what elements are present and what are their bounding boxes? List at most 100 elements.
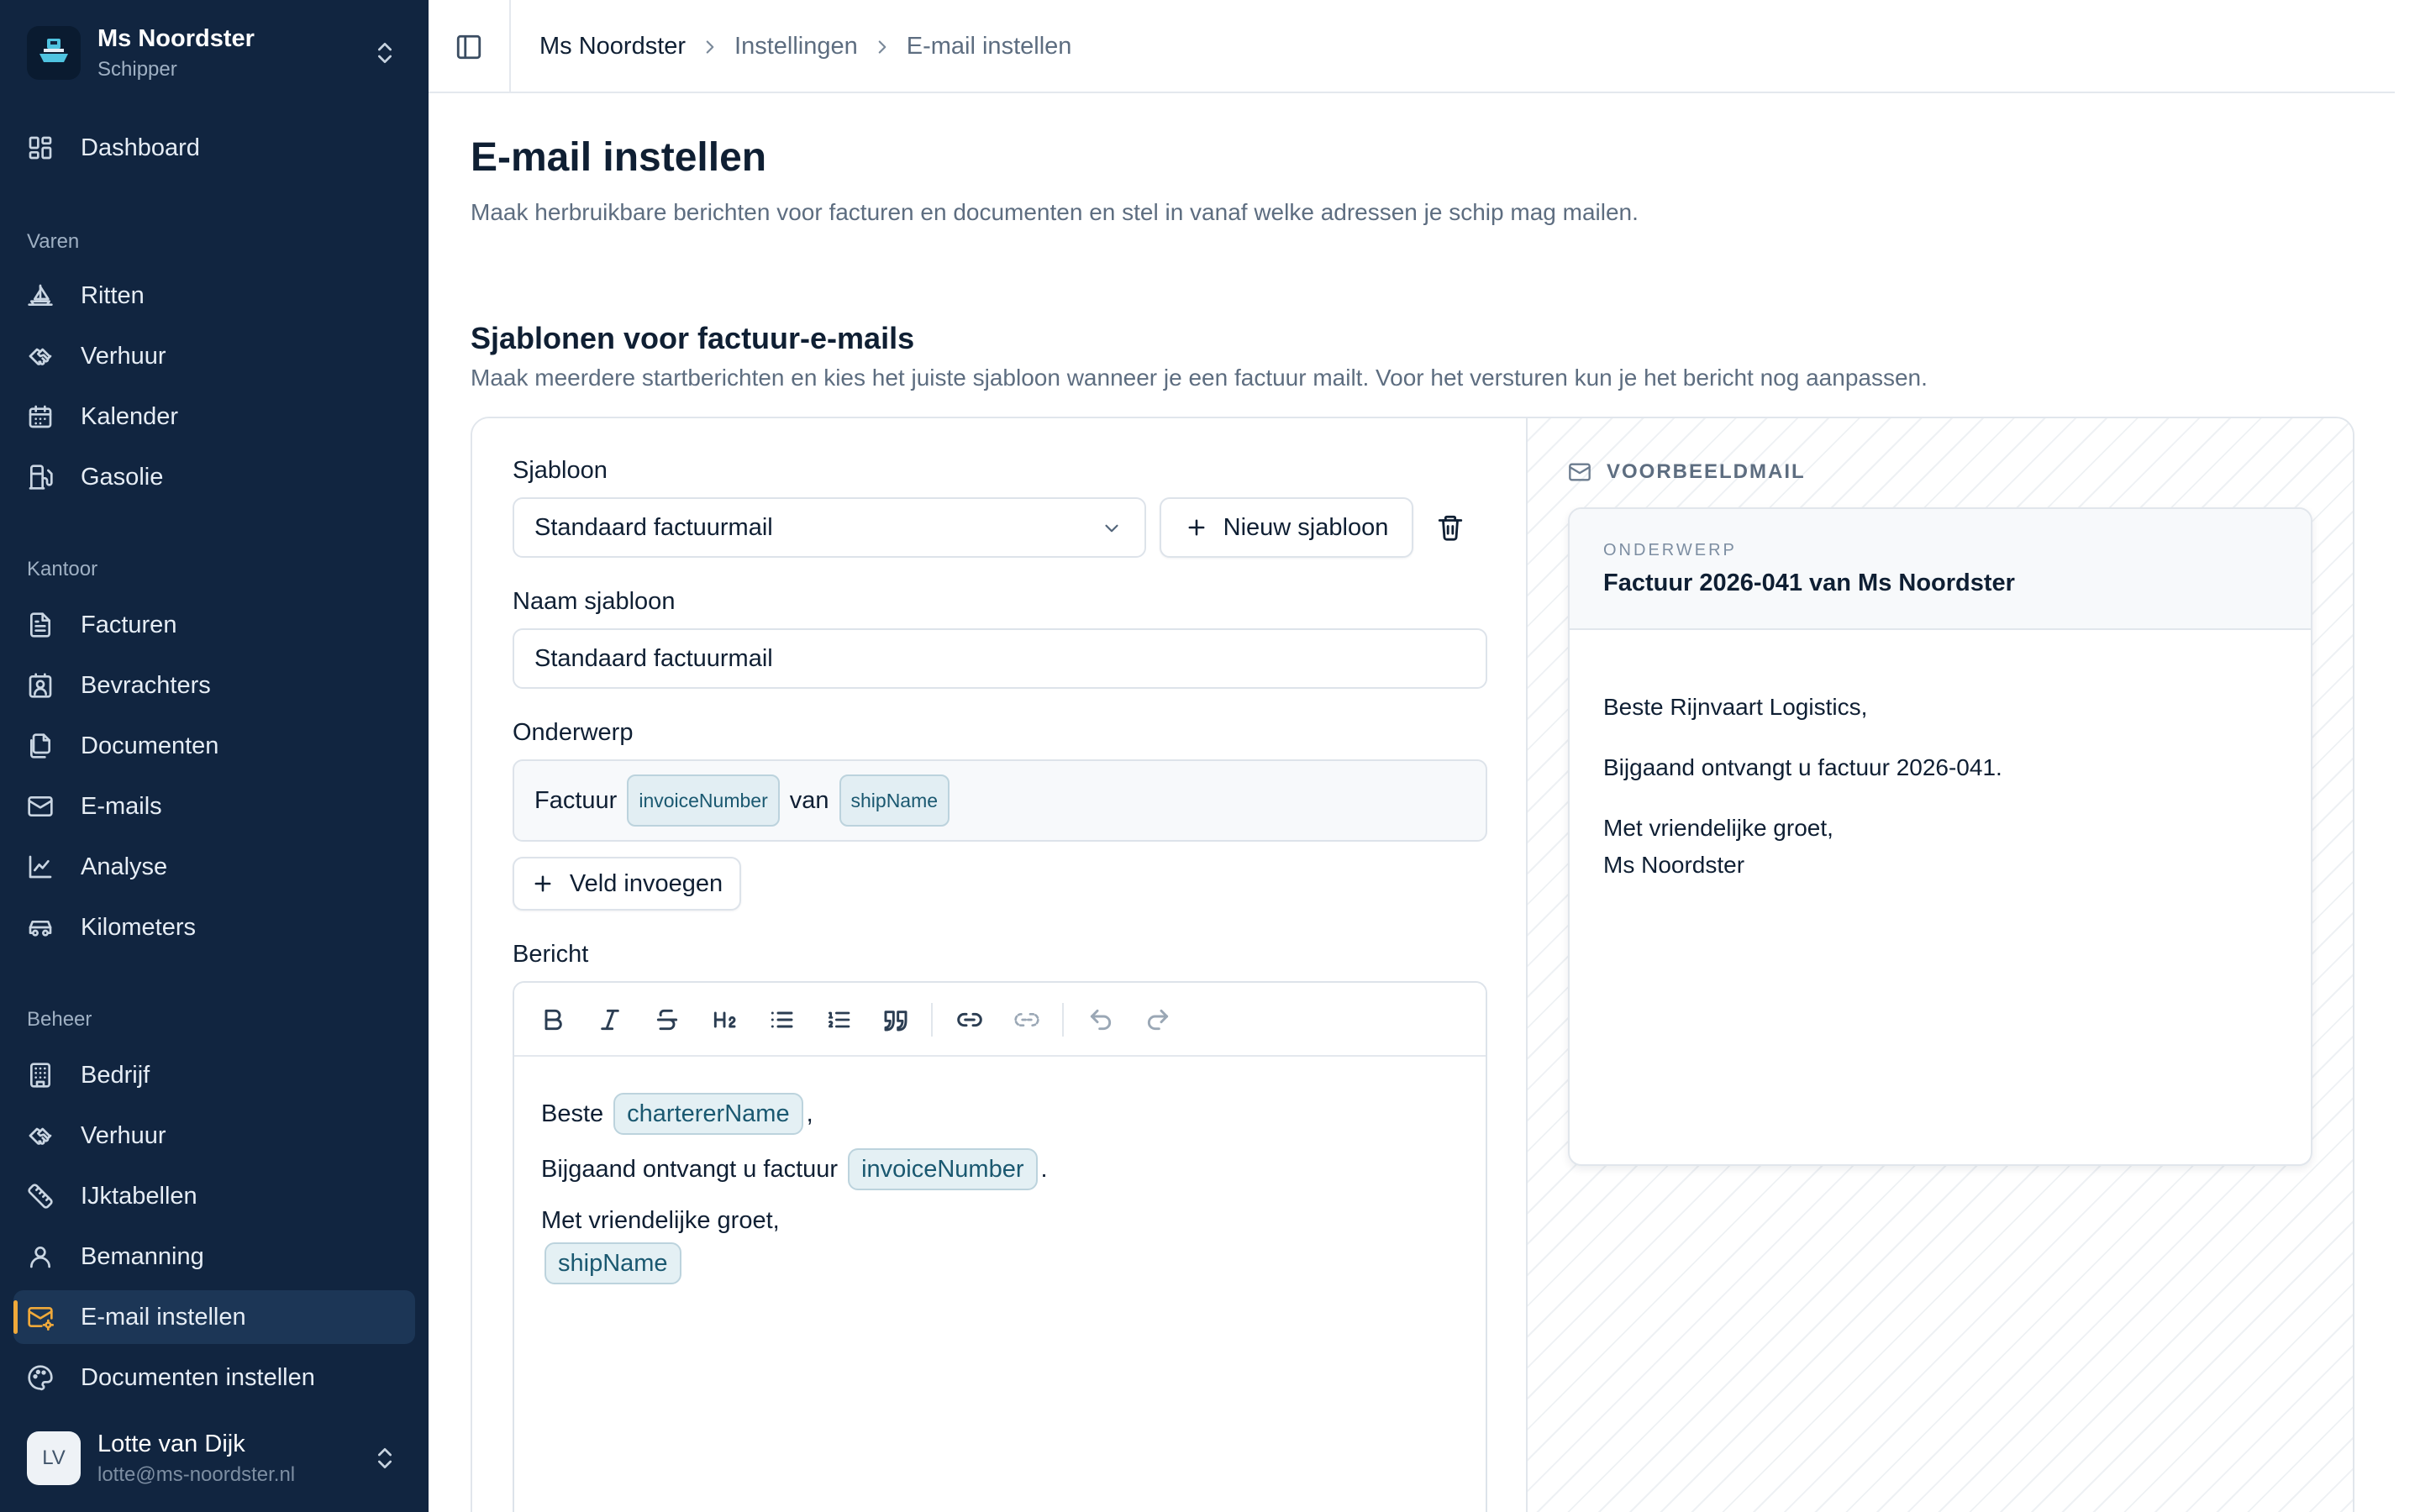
editor-content[interactable]: Beste chartererName , Bijgaand ontvangt … [541, 1090, 1459, 1287]
template-name-label: Naam sjabloon [513, 588, 676, 615]
nav-label: E-mail instellen [81, 1303, 246, 1331]
nav-label: Gasolie [81, 463, 164, 491]
avatar: LV [27, 1431, 81, 1485]
message-line: Beste chartererName , [541, 1090, 1459, 1137]
bold-button[interactable] [534, 1001, 571, 1038]
sidebar-toggle-button[interactable] [429, 0, 511, 93]
preview-body: Beste Rijnvaart Logistics, Bijgaand ontv… [1603, 689, 2277, 884]
section-label-kantoor: Kantoor [27, 558, 98, 580]
nav-label: Dashboard [81, 134, 200, 161]
subject-input[interactable]: Factuur invoiceNumber van shipName [513, 759, 1487, 842]
file-text-icon [27, 612, 54, 638]
field-chip[interactable]: shipName [544, 1242, 681, 1284]
section-label-varen: Varen [27, 230, 80, 253]
mail-settings-icon [27, 1304, 54, 1331]
files-icon [27, 732, 54, 759]
nav-gasolie[interactable]: Gasolie [13, 450, 415, 504]
new-template-label: Nieuw sjabloon [1223, 513, 1389, 541]
toolbar-divider [931, 1003, 933, 1037]
line-chart-icon [27, 853, 54, 880]
nav-facturen[interactable]: Facturen [13, 598, 415, 652]
preview-title: VOORBEELDMAIL [1607, 460, 1806, 483]
nav-dashboard[interactable]: Dashboard [13, 121, 415, 175]
heading-2-icon [711, 1006, 738, 1033]
building-icon [27, 1062, 54, 1089]
template-name-value: Standaard factuurmail [534, 644, 773, 672]
strikethrough-button[interactable] [649, 1001, 686, 1038]
ship-switcher[interactable]: Ms Noordster Schipper [13, 12, 415, 94]
nav-label: Kalender [81, 402, 179, 430]
redo-button[interactable] [1139, 1001, 1176, 1038]
template-select[interactable]: Standaard factuurmail [513, 497, 1146, 558]
bullet-list-icon [768, 1006, 795, 1033]
breadcrumb-item[interactable]: Ms Noordster [539, 33, 686, 60]
nav-documenten[interactable]: Documenten [13, 719, 415, 773]
plus-icon [1185, 516, 1208, 539]
preview-greeting: Beste Rijnvaart Logistics, [1603, 694, 1868, 720]
message-text: , [806, 1100, 813, 1127]
nav-ijktabellen[interactable]: IJktabellen [13, 1169, 415, 1223]
link-button[interactable] [951, 1001, 988, 1038]
chevrons-up-down-icon [371, 1445, 398, 1472]
subject-text: van [789, 786, 829, 814]
template-editor: Sjabloon Standaard factuurmail Nieuw sja… [472, 418, 1528, 1512]
template-name-input[interactable]: Standaard factuurmail [513, 628, 1487, 689]
dashboard-icon [27, 134, 54, 161]
message-text: Beste [541, 1100, 604, 1127]
nav-analyse[interactable]: Analyse [13, 840, 415, 894]
message-line: Bijgaand ontvangt u factuur invoiceNumbe… [541, 1146, 1459, 1193]
strikethrough-icon [654, 1006, 681, 1033]
field-chip[interactable]: invoiceNumber [848, 1148, 1038, 1190]
nav-label: Analyse [81, 853, 168, 880]
nav-email-instellen[interactable]: E-mail instellen [13, 1290, 415, 1344]
nav-emails[interactable]: E-mails [13, 780, 415, 833]
nav-bedrijf[interactable]: Bedrijf [13, 1048, 415, 1102]
insert-field-button[interactable]: Veld invoegen [513, 857, 741, 911]
field-chip[interactable]: shipName [839, 774, 950, 827]
unlink-icon [1013, 1006, 1040, 1033]
nav-kilometers[interactable]: Kilometers [13, 900, 415, 954]
unlink-button[interactable] [1008, 1001, 1045, 1038]
nav-kalender[interactable]: Kalender [13, 390, 415, 444]
quote-icon [882, 1006, 909, 1033]
preview-signature: Ms Noordster [1603, 852, 1745, 878]
nav-ritten[interactable]: Ritten [13, 269, 415, 323]
undo-icon [1087, 1006, 1114, 1033]
nav-label: Documenten instellen [81, 1363, 315, 1391]
breadcrumb-current: E-mail instellen [906, 33, 1072, 60]
template-label: Sjabloon [513, 457, 608, 484]
breadcrumb-item[interactable]: Instellingen [734, 33, 858, 60]
bullet-list-button[interactable] [763, 1001, 800, 1038]
field-chip[interactable]: chartererName [613, 1093, 803, 1135]
nav-documenten-instellen[interactable]: Documenten instellen [13, 1351, 415, 1404]
fuel-icon [27, 464, 54, 491]
delete-template-button[interactable] [1428, 506, 1472, 549]
ordered-list-button[interactable] [820, 1001, 857, 1038]
subject-label: Onderwerp [513, 719, 634, 746]
preview-subject-box: ONDERWERP Factuur 2026-041 van Ms Noords… [1570, 509, 2311, 630]
message-editor[interactable]: Beste chartererName , Bijgaand ontvangt … [513, 981, 1487, 1512]
heading-button[interactable] [706, 1001, 743, 1038]
section-description: Maak meerdere startberichten en kies het… [471, 365, 1928, 391]
calendar-icon [27, 403, 54, 430]
nav-bemanning[interactable]: Bemanning [13, 1230, 415, 1284]
message-line: shipName [541, 1240, 1459, 1287]
nav-label: Verhuur [81, 342, 166, 370]
nav-verhuur[interactable]: Verhuur [13, 329, 415, 383]
field-chip[interactable]: invoiceNumber [627, 774, 780, 827]
nav-label: IJktabellen [81, 1182, 197, 1210]
message-text: Met vriendelijke groet, [541, 1206, 780, 1234]
preview-subject: Factuur 2026-041 van Ms Noordster [1603, 570, 2015, 596]
italic-button[interactable] [592, 1001, 629, 1038]
nav-label: Verhuur [81, 1121, 166, 1149]
nav-label: Bevrachters [81, 671, 211, 699]
user-menu[interactable]: LV Lotte van Dijk lotte@ms-noordster.nl [13, 1421, 415, 1495]
new-template-button[interactable]: Nieuw sjabloon [1160, 497, 1413, 558]
contact-icon [27, 672, 54, 699]
ordered-list-icon [825, 1006, 852, 1033]
nav-bevrachters[interactable]: Bevrachters [13, 659, 415, 712]
nav-verhuur-beheer[interactable]: Verhuur [13, 1109, 415, 1163]
quote-button[interactable] [877, 1001, 914, 1038]
undo-button[interactable] [1082, 1001, 1119, 1038]
trash-icon [1436, 513, 1465, 542]
